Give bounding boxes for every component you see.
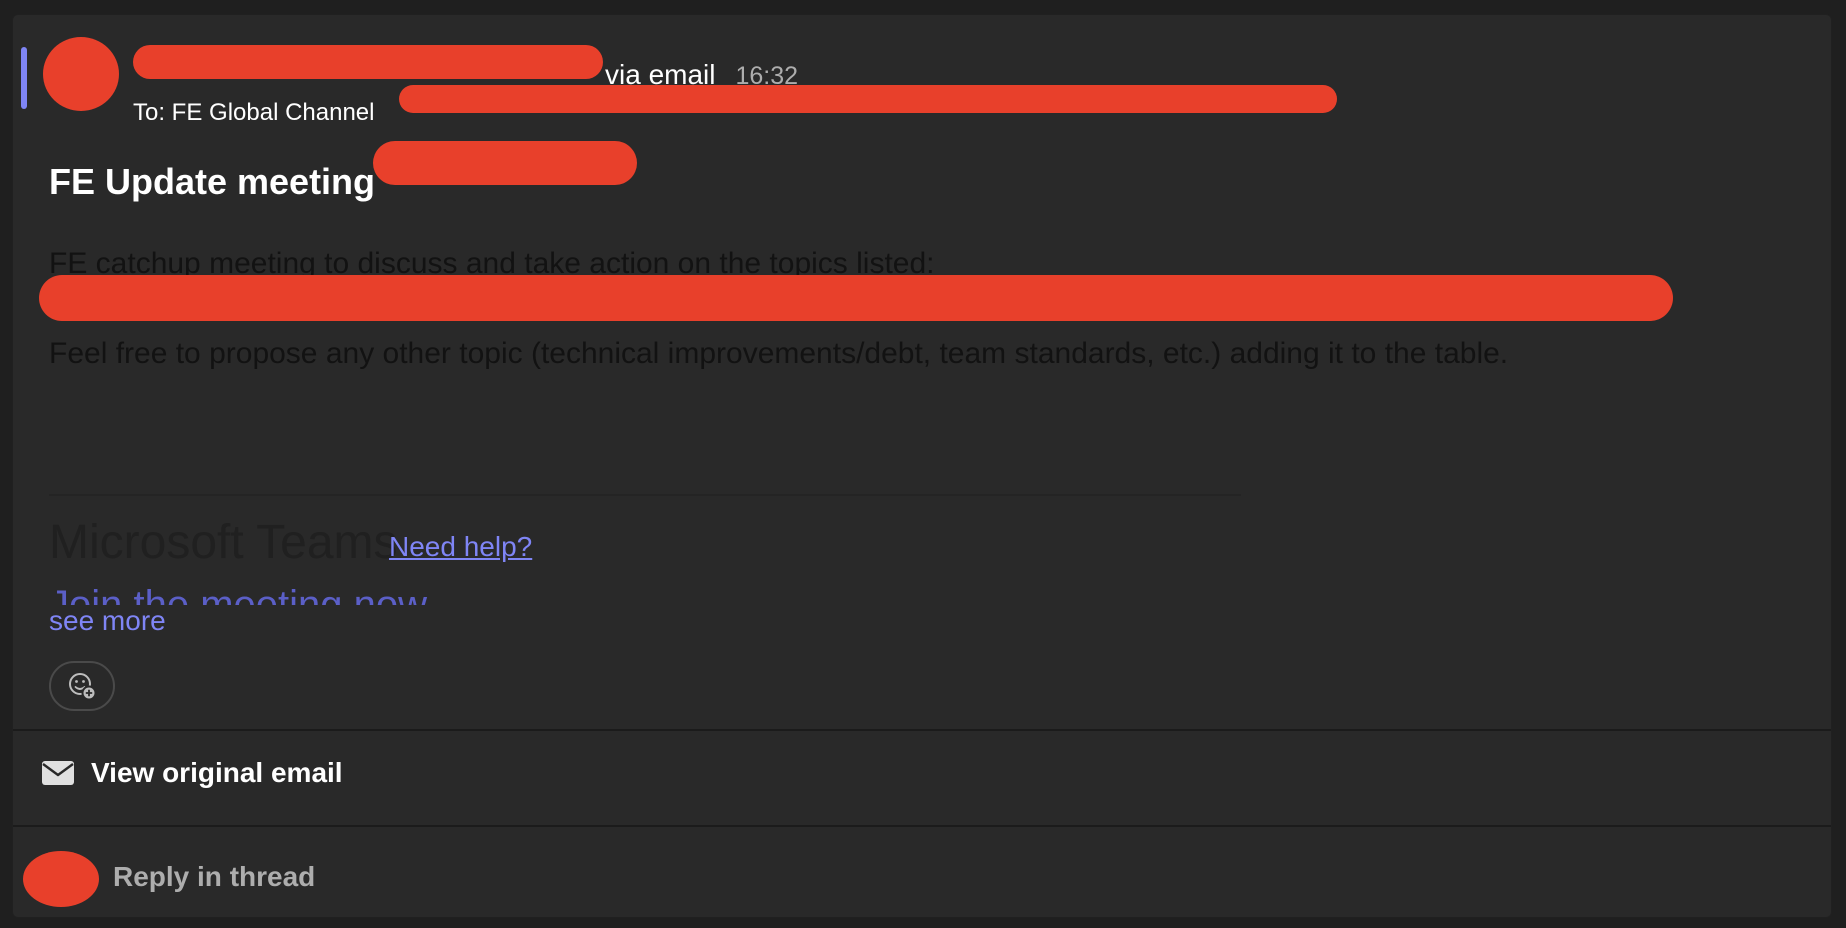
message-subject: FE Update meeting bbox=[49, 161, 376, 202]
subject-suffix-redacted bbox=[373, 141, 637, 185]
view-original-email-label: View original email bbox=[91, 757, 343, 788]
user-avatar-redacted bbox=[23, 851, 99, 907]
sender-avatar-redacted bbox=[43, 37, 119, 111]
teams-divider bbox=[49, 494, 1241, 496]
add-reaction-button[interactable] bbox=[49, 661, 115, 711]
teams-block-title: Microsoft Teams bbox=[49, 516, 398, 569]
recipient-details-redacted bbox=[399, 85, 1337, 113]
body-line-propose: Feel free to propose any other topic (te… bbox=[49, 337, 1509, 370]
need-help-link[interactable]: Need help? bbox=[389, 531, 532, 563]
body-line-redacted bbox=[39, 275, 1673, 321]
join-meeting-link[interactable]: Join the meeting now bbox=[49, 581, 649, 605]
join-meeting-clip: Join the meeting now bbox=[49, 581, 649, 605]
add-reaction-icon bbox=[69, 673, 97, 701]
section-separator bbox=[13, 825, 1831, 827]
recipient-line: To: FE Global Channel bbox=[133, 99, 375, 126]
email-message-card: via email 16:32 To: FE Global Channel FE… bbox=[12, 14, 1832, 918]
envelope-icon bbox=[42, 761, 74, 785]
unread-accent-bar bbox=[21, 47, 27, 109]
sender-name-redacted bbox=[133, 45, 603, 79]
view-original-email-button[interactable]: View original email bbox=[41, 757, 343, 789]
see-more-link[interactable]: see more bbox=[49, 605, 166, 637]
reply-in-thread-button[interactable]: Reply in thread bbox=[113, 861, 315, 893]
section-separator bbox=[13, 729, 1831, 731]
